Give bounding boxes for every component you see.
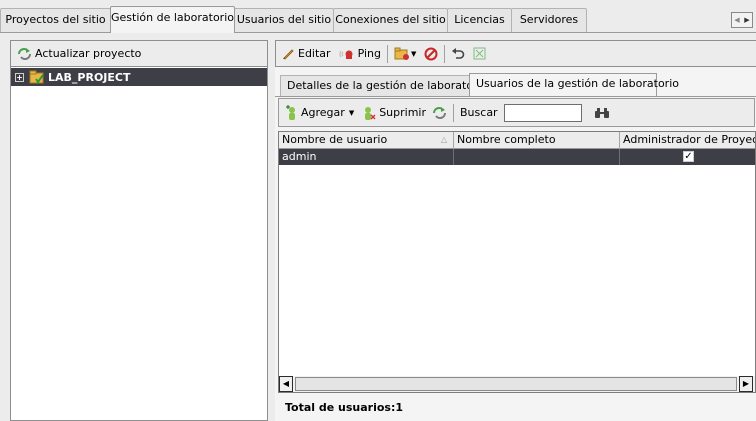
tab-gestion-de-laboratorio[interactable]: Gestión de laboratorio bbox=[110, 6, 235, 33]
details-panel: Editar Ping ▼ Detalles de la gestión de … bbox=[275, 40, 756, 421]
admin-checkbox[interactable]: ✓ bbox=[683, 151, 694, 162]
refresh-project-label: Actualizar proyecto bbox=[35, 47, 142, 60]
ping-icon bbox=[338, 50, 353, 59]
ping-label: Ping bbox=[357, 47, 381, 60]
add-user-button[interactable]: Agregar ▼ bbox=[285, 104, 355, 121]
binoculars-icon[interactable] bbox=[594, 107, 610, 119]
table-row[interactable]: admin ✓ bbox=[279, 149, 755, 165]
tab-detalles-gestion[interactable]: Detalles de la gestión de laboratorio bbox=[280, 75, 487, 96]
cancel-icon[interactable] bbox=[424, 47, 438, 61]
toolbar-separator bbox=[453, 103, 455, 122]
tab-conexiones-del-sitio[interactable]: Conexiones del sitio bbox=[333, 8, 448, 32]
total-users-label: Total de usuarios: bbox=[285, 401, 396, 414]
total-users-count: 1 bbox=[395, 401, 404, 414]
search-input[interactable] bbox=[503, 103, 582, 122]
project-tree-panel: Actualizar proyecto + LAB_PROJECT bbox=[10, 40, 268, 421]
chevron-down-icon: ▼ bbox=[410, 49, 417, 58]
column-header-username[interactable]: Nombre de usuario △ bbox=[279, 132, 454, 149]
project-actions-dropdown[interactable]: ▼ bbox=[394, 47, 416, 61]
tab-licencias[interactable]: Licencias bbox=[447, 8, 512, 32]
chevron-down-icon: ▼ bbox=[348, 108, 355, 117]
column-header-label: Nombre de usuario bbox=[282, 133, 388, 146]
edit-label: Editar bbox=[298, 47, 331, 60]
lab-toolbar: Editar Ping ▼ bbox=[275, 40, 756, 67]
close-box-icon[interactable] bbox=[473, 47, 486, 60]
sort-ascending-icon: △ bbox=[440, 135, 447, 144]
undo-icon[interactable] bbox=[451, 47, 465, 60]
project-actions-icon bbox=[394, 47, 409, 60]
scroll-left-icon[interactable]: ◀ bbox=[279, 376, 293, 392]
project-folder-icon bbox=[29, 70, 44, 84]
column-header-full-name[interactable]: Nombre completo bbox=[454, 132, 620, 149]
refresh-icon[interactable] bbox=[432, 106, 447, 119]
cell-username: admin bbox=[279, 149, 454, 165]
scroll-right-icon[interactable]: ▶ bbox=[739, 376, 753, 392]
user-management-tabs: Detalles de la gestión de laboratorio Us… bbox=[275, 72, 756, 96]
scrollbar-thumb[interactable] bbox=[295, 377, 737, 391]
scroll-left-icon[interactable]: ◀ bbox=[732, 13, 742, 27]
column-header-project-admin[interactable]: Administrador de Proyecto bbox=[620, 132, 755, 149]
users-table: Nombre de usuario △ Nombre completo Admi… bbox=[278, 131, 756, 393]
refresh-icon bbox=[18, 48, 31, 60]
toolbar-separator bbox=[444, 44, 446, 63]
tree-toolbar: Actualizar proyecto bbox=[11, 41, 267, 67]
expand-icon[interactable]: + bbox=[15, 72, 24, 82]
delete-user-button[interactable]: Suprimir bbox=[363, 105, 426, 121]
tab-usuarios-gestion[interactable]: Usuarios de la gestión de laboratorio bbox=[469, 73, 679, 96]
horizontal-scrollbar[interactable]: ◀ ▶ bbox=[279, 376, 755, 392]
tab-usuarios-del-sitio[interactable]: Usuarios del sitio bbox=[234, 8, 334, 32]
table-header: Nombre de usuario △ Nombre completo Admi… bbox=[279, 132, 755, 149]
subtab-divider bbox=[275, 96, 756, 97]
pencil-icon bbox=[283, 49, 294, 60]
refresh-project-button[interactable]: Actualizar proyecto bbox=[17, 47, 141, 60]
search-label: Buscar bbox=[460, 106, 498, 119]
ping-button[interactable]: Ping bbox=[338, 47, 381, 60]
tab-scroll-buttons[interactable]: ◀ ▶ bbox=[731, 12, 753, 28]
cell-project-admin: ✓ bbox=[620, 149, 755, 165]
tree-item-lab-project[interactable]: + LAB_PROJECT bbox=[11, 68, 267, 86]
delete-user-label: Suprimir bbox=[379, 106, 427, 119]
add-user-icon bbox=[286, 104, 295, 120]
add-user-label: Agregar bbox=[301, 106, 345, 119]
tab-proyectos-del-sitio[interactable]: Proyectos del sitio bbox=[0, 8, 111, 32]
delete-user-icon bbox=[365, 106, 376, 120]
scroll-right-icon[interactable]: ▶ bbox=[742, 13, 752, 27]
cell-full-name bbox=[454, 149, 620, 165]
total-users: Total de usuarios:1 bbox=[285, 401, 403, 414]
main-tab-bar: Proyectos del sitio Gestión de laborator… bbox=[0, 0, 756, 33]
edit-button[interactable]: Editar bbox=[282, 47, 331, 60]
tab-servidores[interactable]: Servidores bbox=[511, 8, 587, 32]
tree-item-label: LAB_PROJECT bbox=[48, 70, 131, 84]
users-toolbar: Agregar ▼ Suprimir Buscar bbox=[278, 98, 755, 127]
toolbar-separator bbox=[386, 44, 388, 63]
